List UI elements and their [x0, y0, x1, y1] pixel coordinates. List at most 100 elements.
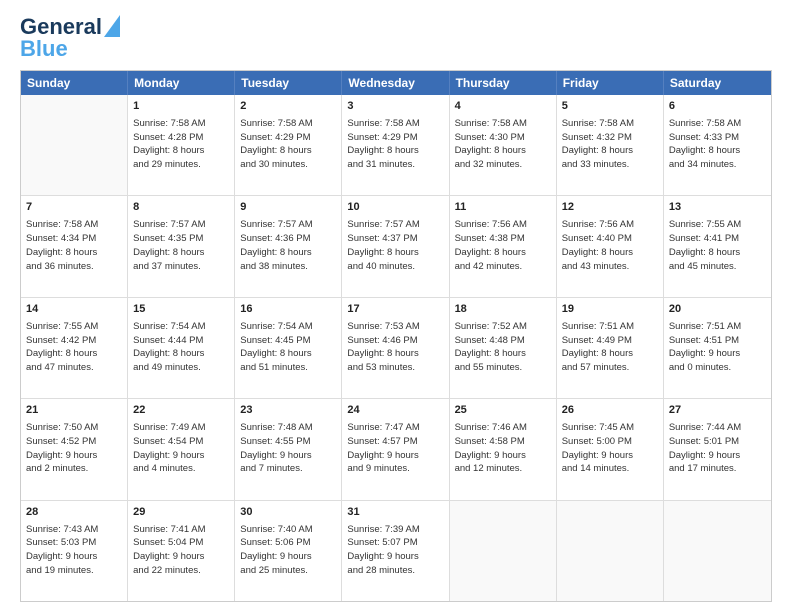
cell-content-line: Daylight: 8 hours: [240, 246, 336, 260]
cell-content-line: Sunrise: 7:56 AM: [455, 218, 551, 232]
cell-content-line: Daylight: 9 hours: [240, 550, 336, 564]
calendar-body: 1Sunrise: 7:58 AMSunset: 4:28 PMDaylight…: [21, 95, 771, 601]
calendar-cell: 18Sunrise: 7:52 AMSunset: 4:48 PMDayligh…: [450, 298, 557, 398]
day-number: 21: [26, 403, 122, 419]
cell-content-line: Sunrise: 7:51 AM: [669, 320, 766, 334]
cell-content-line: and 33 minutes.: [562, 158, 658, 172]
calendar-row: 21Sunrise: 7:50 AMSunset: 4:52 PMDayligh…: [21, 398, 771, 499]
weekday-header: Sunday: [21, 71, 128, 95]
cell-content-line: and 55 minutes.: [455, 361, 551, 375]
cell-content-line: Sunrise: 7:50 AM: [26, 421, 122, 435]
cell-content-line: Daylight: 8 hours: [455, 246, 551, 260]
cell-content-line: Sunset: 4:37 PM: [347, 232, 443, 246]
cell-content-line: Sunrise: 7:57 AM: [347, 218, 443, 232]
day-number: 20: [669, 302, 766, 318]
cell-content-line: Sunrise: 7:54 AM: [240, 320, 336, 334]
day-number: 26: [562, 403, 658, 419]
cell-content-line: Daylight: 8 hours: [562, 144, 658, 158]
cell-content-line: Daylight: 8 hours: [455, 144, 551, 158]
day-number: 2: [240, 99, 336, 115]
cell-content-line: Sunrise: 7:58 AM: [133, 117, 229, 131]
cell-content-line: and 29 minutes.: [133, 158, 229, 172]
cell-content-line: Sunrise: 7:58 AM: [26, 218, 122, 232]
cell-content-line: Sunrise: 7:57 AM: [133, 218, 229, 232]
cell-content-line: Daylight: 8 hours: [133, 347, 229, 361]
calendar-cell: 17Sunrise: 7:53 AMSunset: 4:46 PMDayligh…: [342, 298, 449, 398]
cell-content-line: and 19 minutes.: [26, 564, 122, 578]
cell-content-line: Daylight: 8 hours: [669, 246, 766, 260]
calendar-cell: 31Sunrise: 7:39 AMSunset: 5:07 PMDayligh…: [342, 501, 449, 601]
day-number: 1: [133, 99, 229, 115]
logo-text: General: [20, 16, 102, 38]
cell-content-line: Daylight: 9 hours: [669, 449, 766, 463]
cell-content-line: Daylight: 9 hours: [455, 449, 551, 463]
cell-content-line: Sunrise: 7:58 AM: [669, 117, 766, 131]
day-number: 19: [562, 302, 658, 318]
weekday-header: Monday: [128, 71, 235, 95]
calendar-cell: 16Sunrise: 7:54 AMSunset: 4:45 PMDayligh…: [235, 298, 342, 398]
cell-content-line: Daylight: 9 hours: [133, 449, 229, 463]
cell-content-line: Sunset: 4:36 PM: [240, 232, 336, 246]
cell-content-line: and 34 minutes.: [669, 158, 766, 172]
day-number: 10: [347, 200, 443, 216]
cell-content-line: and 43 minutes.: [562, 260, 658, 274]
cell-content-line: Sunrise: 7:41 AM: [133, 523, 229, 537]
calendar-cell: 29 Sunrise: 7:41 AMSunset: 5:04 PMDayligh…: [128, 501, 235, 601]
cell-content-line: Sunset: 5:04 PM: [133, 536, 229, 550]
cell-content-line: Sunset: 4:46 PM: [347, 334, 443, 348]
calendar-cell: 25Sunrise: 7:46 AMSunset: 4:58 PMDayligh…: [450, 399, 557, 499]
day-number: 29: [133, 505, 229, 521]
calendar-cell: [21, 95, 128, 195]
day-number: 22: [133, 403, 229, 419]
calendar-cell: 21Sunrise: 7:50 AMSunset: 4:52 PMDayligh…: [21, 399, 128, 499]
weekday-header: Friday: [557, 71, 664, 95]
calendar-cell: 8Sunrise: 7:57 AMSunset: 4:35 PMDaylight…: [128, 196, 235, 296]
cell-content-line: Sunset: 4:41 PM: [669, 232, 766, 246]
calendar-cell: 4Sunrise: 7:58 AMSunset: 4:30 PMDaylight…: [450, 95, 557, 195]
cell-content-line: and 30 minutes.: [240, 158, 336, 172]
calendar-cell: 5Sunrise: 7:58 AMSunset: 4:32 PMDaylight…: [557, 95, 664, 195]
day-number: 31: [347, 505, 443, 521]
cell-content-line: Daylight: 8 hours: [455, 347, 551, 361]
cell-content-line: Daylight: 9 hours: [562, 449, 658, 463]
day-number: 11: [455, 200, 551, 216]
cell-content-line: and 47 minutes.: [26, 361, 122, 375]
calendar-row: 14Sunrise: 7:55 AMSunset: 4:42 PMDayligh…: [21, 297, 771, 398]
weekday-header: Saturday: [664, 71, 771, 95]
cell-content-line: Sunset: 4:29 PM: [240, 131, 336, 145]
cell-content-line: Sunrise: 7:51 AM: [562, 320, 658, 334]
logo-icon: [104, 15, 120, 37]
day-number: 27: [669, 403, 766, 419]
cell-content-line: Sunset: 4:40 PM: [562, 232, 658, 246]
cell-content-line: Sunset: 5:03 PM: [26, 536, 122, 550]
cell-content-line: Daylight: 8 hours: [562, 347, 658, 361]
logo: General Blue: [20, 16, 120, 60]
cell-content-line: Daylight: 8 hours: [669, 144, 766, 158]
cell-content-line: Sunset: 5:00 PM: [562, 435, 658, 449]
cell-content-line: and 53 minutes.: [347, 361, 443, 375]
calendar-cell: 19Sunrise: 7:51 AMSunset: 4:49 PMDayligh…: [557, 298, 664, 398]
day-number: 18: [455, 302, 551, 318]
calendar-cell: 28Sunrise: 7:43 AMSunset: 5:03 PMDayligh…: [21, 501, 128, 601]
cell-content-line: Sunset: 4:44 PM: [133, 334, 229, 348]
day-number: 8: [133, 200, 229, 216]
cell-content-line: Sunset: 4:54 PM: [133, 435, 229, 449]
cell-content-line: Sunset: 4:51 PM: [669, 334, 766, 348]
calendar-cell: [450, 501, 557, 601]
cell-content-line: Sunrise: 7:58 AM: [347, 117, 443, 131]
cell-content-line: Sunrise: 7:47 AM: [347, 421, 443, 435]
calendar-cell: 20Sunrise: 7:51 AMSunset: 4:51 PMDayligh…: [664, 298, 771, 398]
cell-content-line: Daylight: 9 hours: [133, 550, 229, 564]
day-number: 13: [669, 200, 766, 216]
calendar-cell: 6Sunrise: 7:58 AMSunset: 4:33 PMDaylight…: [664, 95, 771, 195]
cell-content-line: and 0 minutes.: [669, 361, 766, 375]
cell-content-line: and 51 minutes.: [240, 361, 336, 375]
cell-content-line: Daylight: 9 hours: [240, 449, 336, 463]
calendar-cell: 12Sunrise: 7:56 AMSunset: 4:40 PMDayligh…: [557, 196, 664, 296]
cell-content-line: Sunset: 4:38 PM: [455, 232, 551, 246]
cell-content-line: Sunrise: 7:45 AM: [562, 421, 658, 435]
calendar-cell: 14Sunrise: 7:55 AMSunset: 4:42 PMDayligh…: [21, 298, 128, 398]
cell-content-line: Sunset: 4:34 PM: [26, 232, 122, 246]
cell-content-line: and 42 minutes.: [455, 260, 551, 274]
cell-content-line: Sunrise: 7:43 AM: [26, 523, 122, 537]
